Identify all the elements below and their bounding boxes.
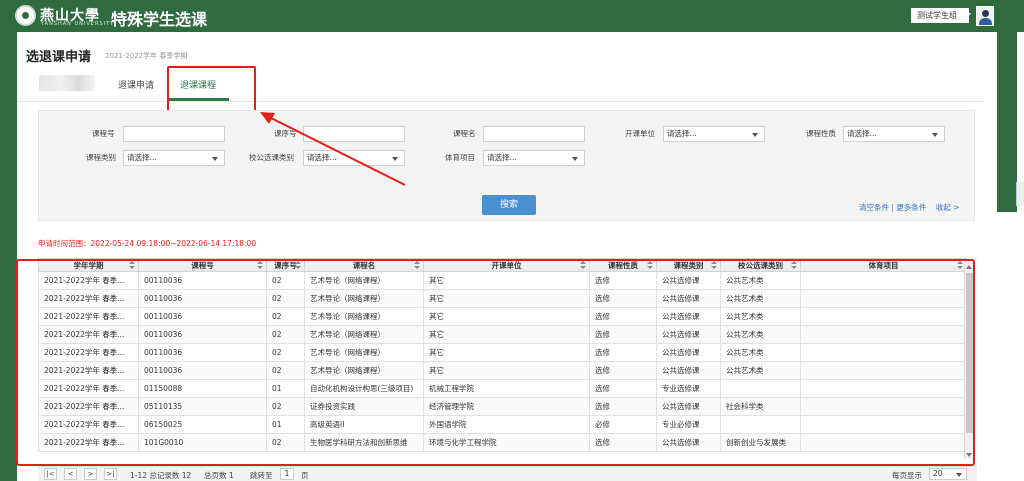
course-number-label: 课程号 xyxy=(92,129,115,138)
public-elective-category-label: 校公选课类别 xyxy=(249,153,294,162)
blurred-region xyxy=(39,75,95,91)
course-nature-select[interactable]: 请选择... xyxy=(843,126,945,142)
page-size-select[interactable]: 20 xyxy=(929,468,967,480)
right-gutter-green xyxy=(997,32,1017,212)
page-subtitle: 2021-2022学年 春季学期 xyxy=(105,52,188,60)
page-unit: 页 xyxy=(301,471,309,480)
clear-conditions-link[interactable]: 清空条件 xyxy=(859,203,889,212)
section-number-input[interactable] xyxy=(303,126,405,142)
sports-item-label: 体育项目 xyxy=(445,153,475,162)
tabs-divider xyxy=(17,101,985,102)
page-jump-input[interactable]: 1 xyxy=(280,468,294,480)
page-title: 选退课申请 xyxy=(26,50,92,65)
jump-label: 跳转至 xyxy=(250,471,273,480)
total-pages: 总页数 1 xyxy=(204,471,234,480)
prev-page-button[interactable]: < xyxy=(64,468,77,480)
application-time-range: 申请时间范围：2022-05-24 09:18:00~2022-06-14 17… xyxy=(38,239,257,248)
course-name-input[interactable] xyxy=(483,126,585,142)
department-select[interactable]: 请选择... xyxy=(663,126,765,142)
course-name-label: 课程名 xyxy=(453,129,476,138)
chevron-down-icon[interactable] xyxy=(963,13,971,18)
search-button[interactable]: 搜索 xyxy=(482,195,536,215)
last-page-button[interactable]: >| xyxy=(104,468,117,480)
pager: |< < > >| 1-12 总记录数 12 总页数 1 跳转至 1 页 每页显… xyxy=(38,466,977,481)
record-summary: 1-12 总记录数 12 xyxy=(130,471,192,480)
next-page-button[interactable]: > xyxy=(84,468,97,480)
section-number-label: 课序号 xyxy=(274,129,297,138)
more-conditions-link[interactable]: 更多条件 xyxy=(896,203,926,212)
university-logo-icon xyxy=(15,5,36,26)
highlight-box-tab xyxy=(167,66,256,112)
first-page-button[interactable]: |< xyxy=(44,468,57,480)
page-size-label: 每页显示 xyxy=(892,471,922,480)
highlight-box-table xyxy=(16,259,975,466)
form-links: 清空条件 | 更多条件 收起 > xyxy=(859,202,960,213)
brand-name-en: YANSHAN UNIVERSITY xyxy=(41,21,115,27)
course-category-label: 课程类别 xyxy=(86,153,116,162)
collapse-link[interactable]: 收起 > xyxy=(936,203,960,212)
search-form: 课程号 课序号 课程名 开课单位 请选择... 课程性质 请选择... 课程类别… xyxy=(38,110,975,221)
link-separator: | xyxy=(891,203,894,212)
course-nature-label: 课程性质 xyxy=(806,129,836,138)
app-title: 特殊学生选课 xyxy=(111,10,208,29)
course-number-input[interactable] xyxy=(123,126,225,142)
top-header: 燕山大學 YANSHAN UNIVERSITY 特殊学生选课 测试学生组 xyxy=(0,0,1024,32)
user-menu[interactable]: 测试学生组 xyxy=(911,8,969,23)
side-float-tab[interactable] xyxy=(1016,182,1024,206)
avatar[interactable] xyxy=(976,6,994,26)
public-elective-category-select[interactable]: 请选择... xyxy=(303,150,405,166)
tab-withdraw-application[interactable]: 退课申请 xyxy=(118,78,154,91)
sports-item-select[interactable]: 请选择... xyxy=(483,150,585,166)
department-label: 开课单位 xyxy=(625,129,655,138)
course-category-select[interactable]: 请选择... xyxy=(123,150,225,166)
